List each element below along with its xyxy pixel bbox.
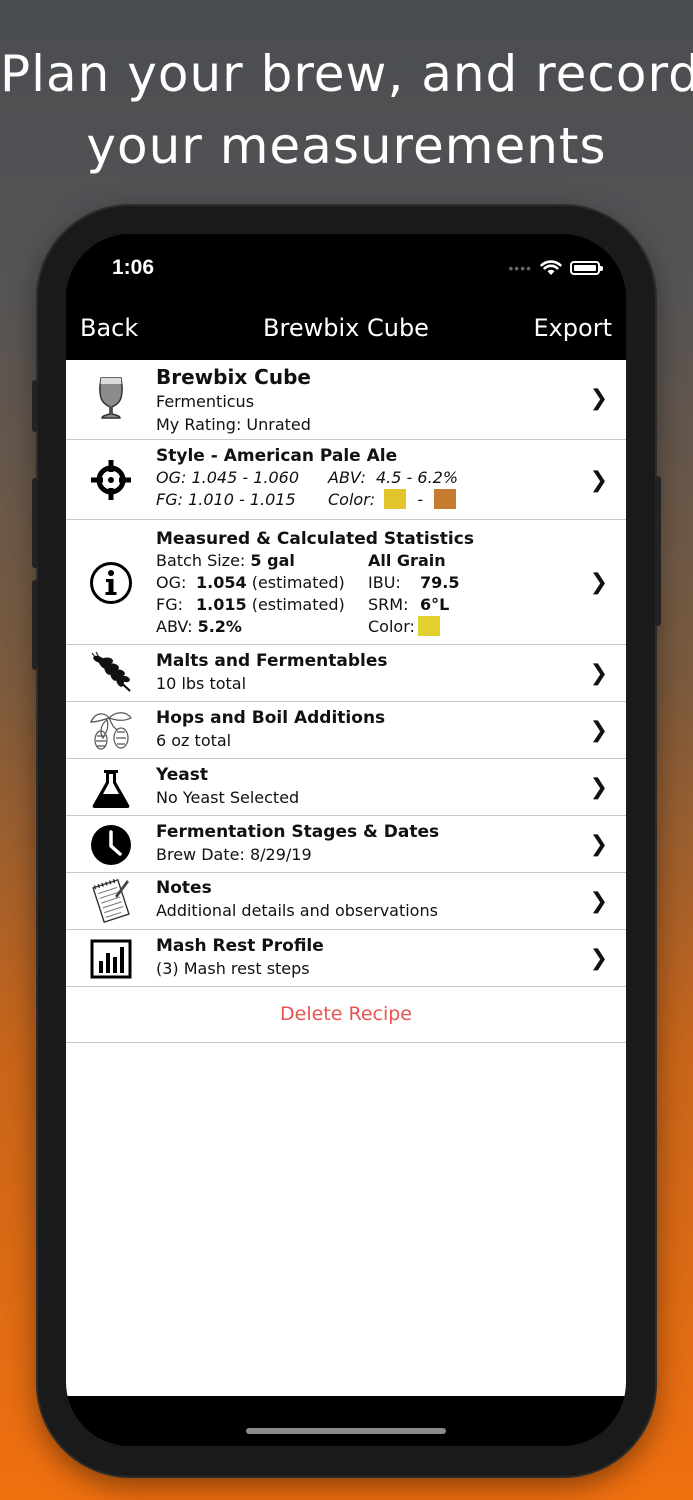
phone-volume-down	[32, 580, 38, 670]
section-row-hops[interactable]: Hops and Boil Additions 6 oz total ❯	[66, 702, 626, 759]
statistics-title: Measured & Calculated Statistics	[156, 529, 474, 549]
wheat-icon	[86, 651, 136, 695]
flask-icon	[86, 766, 136, 810]
style-abv-range: 4.5 - 6.2%	[376, 468, 459, 487]
style-row[interactable]: Style - American Pale Ale OG: 1.045 - 1.…	[66, 440, 626, 520]
recipe-name: Brewbix Cube	[156, 365, 311, 389]
ibu-label: IBU:	[368, 573, 401, 592]
style-color-separator: -	[417, 490, 424, 509]
section-title: Yeast	[156, 765, 208, 785]
batch-size-value: 5 gal	[250, 551, 295, 570]
chevron-right-icon: ❯	[589, 718, 608, 743]
chevron-right-icon: ❯	[589, 946, 608, 971]
hops-icon	[86, 708, 136, 752]
style-color-low-swatch	[384, 489, 407, 509]
chevron-right-icon: ❯	[589, 889, 608, 914]
headline-line-1: Plan your brew, and record	[0, 45, 693, 103]
section-subtitle: No Yeast Selected	[156, 788, 300, 807]
chevron-right-icon: ❯	[589, 661, 608, 686]
statistics-row[interactable]: Measured & Calculated Statistics Batch S…	[66, 520, 626, 645]
section-row-yeast[interactable]: Yeast No Yeast Selected ❯	[66, 759, 626, 816]
stats-color-label: Color:	[368, 617, 415, 636]
section-subtitle: (3) Mash rest steps	[156, 959, 310, 978]
section-title: Malts and Fermentables	[156, 651, 388, 671]
headline-line-2: your measurements	[86, 117, 607, 175]
fg-value: 1.015	[196, 595, 247, 614]
recipe-detail-list: Brewbix Cube Fermenticus My Rating: Unra…	[66, 360, 626, 1396]
style-title: Style - American Pale Ale	[156, 446, 398, 466]
section-title: Mash Rest Profile	[156, 936, 324, 956]
crosshair-target-icon	[86, 458, 136, 502]
section-title: Notes	[156, 878, 212, 898]
grain-type: All Grain	[368, 551, 446, 570]
chevron-right-icon: ❯	[589, 468, 608, 493]
status-time: 1:06	[112, 256, 155, 279]
back-button[interactable]: Back	[80, 314, 138, 342]
beer-glass-icon	[86, 376, 136, 422]
promo-headline: Plan your brew, and record your measurem…	[0, 38, 693, 182]
home-indicator[interactable]	[246, 1428, 446, 1434]
section-row-malts[interactable]: Malts and Fermentables 10 lbs total ❯	[66, 645, 626, 702]
section-row-mash[interactable]: Mash Rest Profile (3) Mash rest steps ❯	[66, 930, 626, 987]
section-row-notes[interactable]: Notes Additional details and observation…	[66, 873, 626, 930]
section-subtitle: Additional details and observations	[156, 901, 438, 920]
chevron-right-icon: ❯	[589, 570, 608, 595]
notepad-icon	[86, 878, 136, 924]
navigation-bar: Back Brewbix Cube Export	[66, 300, 626, 360]
section-title: Fermentation Stages & Dates	[156, 822, 440, 842]
style-color-high-swatch	[434, 489, 457, 509]
battery-icon	[570, 261, 603, 275]
style-fg-range: 1.010 - 1.015	[188, 490, 296, 509]
home-indicator-area	[66, 1396, 626, 1446]
recipe-header-row[interactable]: Brewbix Cube Fermenticus My Rating: Unra…	[66, 360, 626, 440]
section-subtitle: Brew Date: 8/29/19	[156, 845, 312, 864]
chevron-right-icon: ❯	[589, 832, 608, 857]
abv-value: 5.2%	[197, 617, 242, 636]
export-button[interactable]: Export	[533, 314, 612, 342]
ibu-value: 79.5	[420, 573, 460, 592]
og-value: 1.054	[196, 573, 247, 592]
srm-value: 6°L	[420, 595, 450, 614]
style-abv-label: ABV:	[328, 468, 366, 487]
srm-label: SRM:	[368, 595, 409, 614]
recipe-rating: My Rating: Unrated	[156, 415, 311, 434]
phone-power-button	[655, 476, 661, 626]
fg-label: FG:	[156, 595, 183, 614]
phone-screen: 1:06 •••• Back Brewbix Cube Export Brewb…	[66, 234, 626, 1446]
phone-volume-up	[32, 478, 38, 568]
style-og-range: 1.045 - 1.060	[191, 468, 300, 487]
bar-chart-icon	[86, 938, 136, 980]
batch-size-label: Batch Size:	[156, 551, 246, 570]
chevron-right-icon: ❯	[589, 386, 608, 411]
delete-recipe-button[interactable]: Delete Recipe	[280, 1003, 412, 1025]
notch	[191, 234, 501, 280]
style-color-label: Color:	[328, 490, 376, 509]
recipe-brewer: Fermenticus	[156, 392, 255, 411]
clock-icon	[86, 823, 136, 867]
section-subtitle: 10 lbs total	[156, 674, 247, 693]
style-fg-label: FG:	[156, 490, 183, 509]
section-title: Hops and Boil Additions	[156, 708, 386, 728]
stats-color-swatch	[417, 616, 440, 636]
section-subtitle: 6 oz total	[156, 731, 232, 750]
delete-recipe-row: Delete Recipe	[66, 987, 626, 1043]
og-label: OG:	[156, 573, 187, 592]
info-icon	[86, 560, 136, 606]
abv-label: ABV:	[156, 617, 193, 636]
chevron-right-icon: ❯	[589, 775, 608, 800]
section-row-fermentation[interactable]: Fermentation Stages & Dates Brew Date: 8…	[66, 816, 626, 873]
style-og-label: OG:	[156, 468, 187, 487]
og-note: (estimated)	[251, 573, 345, 592]
status-icons: ••••	[508, 260, 603, 276]
wifi-icon	[540, 260, 562, 275]
fg-note: (estimated)	[251, 595, 345, 614]
phone-side-button	[32, 380, 38, 432]
signal-icon: ••••	[508, 260, 532, 276]
